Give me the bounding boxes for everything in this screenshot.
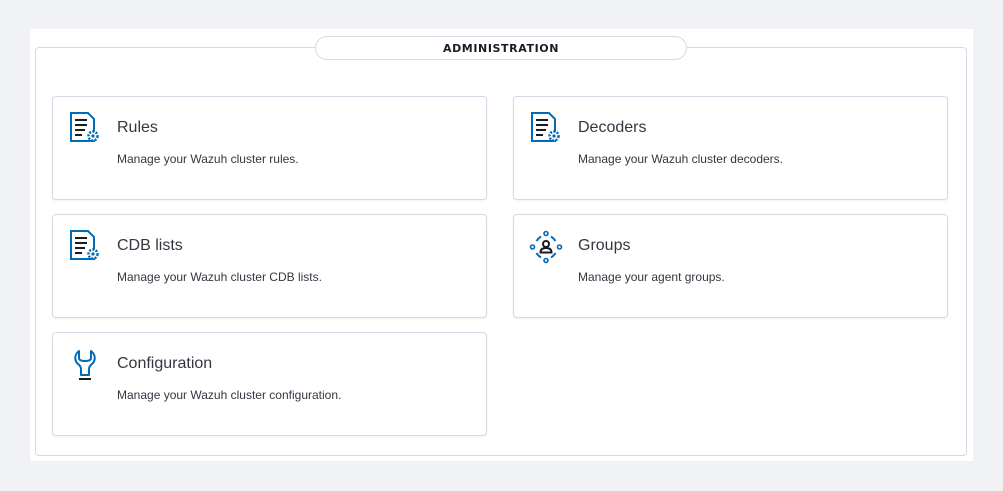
wrench-icon <box>67 347 103 383</box>
groups-description: Manage your agent groups. <box>578 270 725 284</box>
rules-title: Rules <box>117 119 158 136</box>
rules-description: Manage your Wazuh cluster rules. <box>117 152 299 166</box>
configuration-card[interactable]: Configuration Manage your Wazuh cluster … <box>52 332 487 436</box>
cdb-lists-document-gear-icon <box>67 229 103 265</box>
cdb-lists-card[interactable]: CDB lists Manage your Wazuh cluster CDB … <box>52 214 487 318</box>
agent-groups-icon <box>528 229 564 265</box>
configuration-title: Configuration <box>117 355 213 372</box>
section-title: ADMINISTRATION <box>315 36 687 60</box>
cdb-lists-title: CDB lists <box>117 237 183 254</box>
groups-card[interactable]: Groups Manage your agent groups. <box>513 214 948 318</box>
cdb-lists-description: Manage your Wazuh cluster CDB lists. <box>117 270 322 284</box>
decoders-card[interactable]: Decoders Manage your Wazuh cluster decod… <box>513 96 948 200</box>
rules-document-gear-icon <box>67 111 103 147</box>
decoders-description: Manage your Wazuh cluster decoders. <box>578 152 783 166</box>
decoders-title: Decoders <box>578 119 647 136</box>
configuration-description: Manage your Wazuh cluster configuration. <box>117 388 342 402</box>
rules-card[interactable]: Rules Manage your Wazuh cluster rules. <box>52 96 487 200</box>
decoders-document-gear-icon <box>528 111 564 147</box>
groups-title: Groups <box>578 237 631 254</box>
